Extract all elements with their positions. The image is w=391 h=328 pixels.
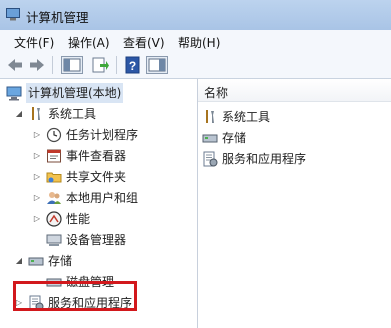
menu-bar: 文件(F) 操作(A) 查看(V) 帮助(H): [0, 30, 391, 53]
tree-item-label: 任务计划程序: [66, 128, 139, 142]
tree-item-label: 共享文件夹: [66, 170, 127, 184]
tree-item-label: 事件查看器: [66, 149, 127, 163]
tree-item-performance[interactable]: ▷ 性能: [0, 209, 197, 229]
computer-management-icon: [6, 8, 20, 21]
collapsed-arrow-icon[interactable]: ▷: [32, 188, 42, 208]
toolbar-separator: [52, 56, 53, 74]
list-item-label: 系统工具: [222, 110, 271, 124]
collapsed-arrow-icon[interactable]: ▷: [32, 167, 42, 187]
console-tree-icon[interactable]: [61, 56, 83, 74]
toolbar-separator: [116, 56, 117, 74]
shared-folder-icon: [46, 172, 62, 183]
services-icon: [203, 151, 218, 167]
collapsed-arrow-icon[interactable]: ▷: [32, 125, 42, 145]
device-manager-icon: [46, 234, 62, 246]
tree-item-system-tools[interactable]: ◢ 系统工具: [0, 104, 197, 124]
computer-icon: [6, 86, 22, 101]
menu-help[interactable]: 帮助(H): [178, 34, 220, 51]
tree-root-label: 计算机管理(本地): [26, 83, 124, 103]
back-arrow-icon[interactable]: [6, 56, 24, 74]
tree-item-device-manager[interactable]: 设备管理器: [0, 230, 197, 250]
export-list-icon[interactable]: [91, 56, 109, 74]
menu-action[interactable]: 操作(A): [68, 34, 110, 51]
expanded-arrow-icon[interactable]: ◢: [14, 104, 24, 124]
computer-management-window: 计算机管理 文件(F) 操作(A) 查看(V) 帮助(H) ? 计算机管理(本地…: [0, 0, 391, 328]
collapsed-arrow-icon[interactable]: ▷: [32, 146, 42, 166]
forward-arrow-icon[interactable]: [28, 56, 46, 74]
users-icon: [47, 192, 61, 204]
expanded-arrow-icon[interactable]: ◢: [14, 251, 24, 271]
list-pane: 名称 系统工具 存储 服务和应用程序: [198, 79, 391, 328]
list-item-label: 服务和应用程序: [222, 152, 307, 166]
event-viewer-icon: [47, 149, 61, 163]
tools-icon: [206, 110, 214, 123]
storage-icon: [202, 134, 218, 143]
tree-item-label: 设备管理器: [66, 233, 127, 247]
tree-item-label: 存储: [48, 254, 73, 268]
storage-icon: [28, 257, 44, 266]
list-item-label: 存储: [222, 131, 247, 145]
tree-item-event-viewer[interactable]: ▷ 事件查看器: [0, 146, 197, 166]
window-title: 计算机管理: [26, 10, 89, 25]
clock-icon: [46, 127, 62, 143]
highlight-box: [13, 281, 137, 311]
toolbar: ?: [0, 52, 391, 79]
tree-item-task-scheduler[interactable]: ▷ 任务计划程序: [0, 125, 197, 145]
menu-view[interactable]: 查看(V): [123, 34, 165, 51]
tools-icon: [32, 107, 40, 120]
svg-text:?: ?: [129, 59, 136, 73]
tree-item-shared-folders[interactable]: ▷ 共享文件夹: [0, 167, 197, 187]
tree-item-label: 性能: [66, 212, 91, 226]
tree-item-storage[interactable]: ◢ 存储: [0, 251, 197, 271]
menu-file[interactable]: 文件(F): [14, 34, 54, 51]
action-pane-icon[interactable]: [146, 56, 168, 74]
collapsed-arrow-icon[interactable]: ▷: [32, 209, 42, 229]
help-icon[interactable]: ?: [124, 56, 142, 74]
tree-item-local-users-groups[interactable]: ▷ 本地用户和组: [0, 188, 197, 208]
tree-item-label: 本地用户和组: [66, 191, 139, 205]
column-header-name: 名称: [204, 86, 229, 100]
column-header[interactable]: 名称: [198, 79, 391, 102]
title-bar: 计算机管理: [0, 0, 391, 30]
tree-item-label: 系统工具: [48, 107, 97, 121]
performance-icon: [46, 211, 62, 227]
